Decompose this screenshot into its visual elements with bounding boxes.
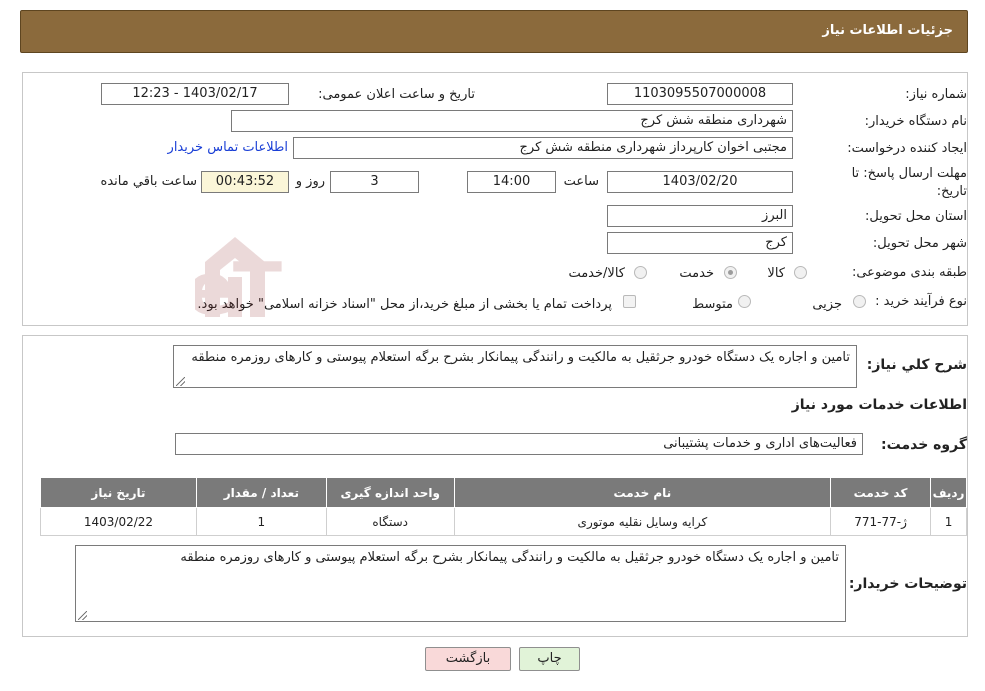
deadline-time-field: 14:00 bbox=[467, 171, 556, 193]
cell-service-code: ژ-77-771 bbox=[830, 507, 932, 536]
remaining-days-field: 3 bbox=[330, 171, 419, 193]
buyer-notes-textarea[interactable]: تامین و اجاره یک دستگاه خودرو جرثقیل به … bbox=[75, 545, 846, 622]
category-goods-radio[interactable] bbox=[794, 266, 807, 279]
deadline-date-field: 1403/02/20 bbox=[607, 171, 793, 193]
process-minor-label: جزیی bbox=[812, 297, 842, 312]
col-quantity: تعداد / مقدار bbox=[195, 477, 327, 508]
need-number-label: شماره نیاز: bbox=[905, 87, 967, 102]
buyer-org-label: نام دستگاه خریدار: bbox=[864, 114, 967, 129]
process-medium-radio[interactable] bbox=[738, 295, 751, 308]
buyer-notes-text: تامین و اجاره یک دستگاه خودرو جرثقیل به … bbox=[180, 550, 839, 565]
treasury-payment-checkbox[interactable] bbox=[623, 295, 636, 308]
cell-unit: دستگاه bbox=[325, 507, 455, 536]
city-label: شهر محل تحویل: bbox=[872, 236, 967, 251]
service-group-label: گروه خدمت: bbox=[881, 437, 967, 453]
creator-label: ایجاد کننده درخواست: bbox=[847, 141, 967, 156]
services-table: ردیف کد خدمت نام خدمت واحد اندازه گیری ت… bbox=[40, 477, 967, 536]
cell-need-date: 1403/02/22 bbox=[40, 507, 197, 536]
service-group-field: فعالیت‌های اداری و خدمات پشتیبانی bbox=[175, 433, 863, 455]
page-header: جزئیات اطلاعات نیاز bbox=[20, 10, 968, 53]
category-service-label: خدمت bbox=[679, 266, 714, 281]
category-both-label: کالا/خدمت bbox=[568, 266, 625, 281]
buyer-org-field: شهرداری منطقه شش کرج bbox=[231, 110, 793, 132]
days-label: روز و bbox=[295, 174, 325, 189]
process-minor-radio[interactable] bbox=[853, 295, 866, 308]
col-unit: واحد اندازه گیری bbox=[325, 477, 455, 508]
treasury-payment-note: پرداخت تمام یا بخشی از مبلغ خرید،از محل … bbox=[197, 297, 612, 312]
city-field: کرج bbox=[607, 232, 793, 254]
deadline-label: مهلت ارسال پاسخ: تا تاریخ: bbox=[851, 166, 967, 199]
process-medium-label: متوسط bbox=[692, 297, 733, 312]
province-field: البرز bbox=[607, 205, 793, 227]
cell-row: 1 bbox=[930, 507, 967, 536]
remaining-time-label: ساعت باقي مانده bbox=[100, 174, 197, 189]
province-label: استان محل تحویل: bbox=[865, 209, 967, 224]
announce-datetime-label: تاریخ و ساعت اعلان عمومی: bbox=[318, 87, 475, 102]
resize-grip-icon[interactable] bbox=[176, 377, 185, 386]
category-both-radio[interactable] bbox=[634, 266, 647, 279]
col-service-code: کد خدمت bbox=[830, 477, 932, 508]
col-row: ردیف bbox=[930, 477, 967, 508]
back-button[interactable]: بازگشت bbox=[425, 647, 511, 671]
creator-field: مجتبی اخوان کارپرداز شهرداری منطقه شش کر… bbox=[293, 137, 793, 159]
summary-textarea[interactable]: تامین و اجاره یک دستگاه خودرو جرثقیل به … bbox=[173, 345, 857, 388]
summary-label: شرح کلي نياز: bbox=[866, 357, 967, 373]
print-button[interactable]: چاپ bbox=[519, 647, 580, 671]
buyer-notes-label: توضیحات خریدار: bbox=[848, 576, 967, 592]
category-goods-label: کالا bbox=[767, 266, 785, 281]
need-number-field: 1103095507000008 bbox=[607, 83, 793, 105]
announce-datetime-field: 1403/02/17 - 12:23 bbox=[101, 83, 289, 105]
cell-quantity: 1 bbox=[195, 507, 327, 536]
buyer-contact-link[interactable]: اطلاعات تماس خریدار bbox=[168, 140, 288, 155]
services-table-header: ردیف کد خدمت نام خدمت واحد اندازه گیری ت… bbox=[40, 477, 967, 508]
resize-grip-icon[interactable] bbox=[78, 611, 87, 620]
process-label: نوع فرآیند خرید : bbox=[875, 294, 967, 309]
remaining-time-field: 00:43:52 bbox=[201, 171, 289, 193]
page-title: جزئیات اطلاعات نیاز bbox=[822, 23, 953, 38]
services-section-title: اطلاعات خدمات مورد نیاز bbox=[791, 397, 967, 413]
table-row: 1 ژ-77-771 کرایه وسایل نقلیه موتوری دستگ… bbox=[40, 507, 967, 536]
summary-text: تامین و اجاره یک دستگاه خودرو جرثقیل به … bbox=[191, 350, 850, 365]
category-service-radio[interactable] bbox=[724, 266, 737, 279]
deadline-time-label: ساعت bbox=[563, 174, 599, 189]
col-need-date: تاریخ نیاز bbox=[40, 477, 197, 508]
col-service-name: نام خدمت bbox=[453, 477, 832, 508]
cell-service-name: کرایه وسایل نقلیه موتوری bbox=[453, 507, 832, 536]
category-label: طبقه بندی موضوعی: bbox=[851, 265, 967, 280]
